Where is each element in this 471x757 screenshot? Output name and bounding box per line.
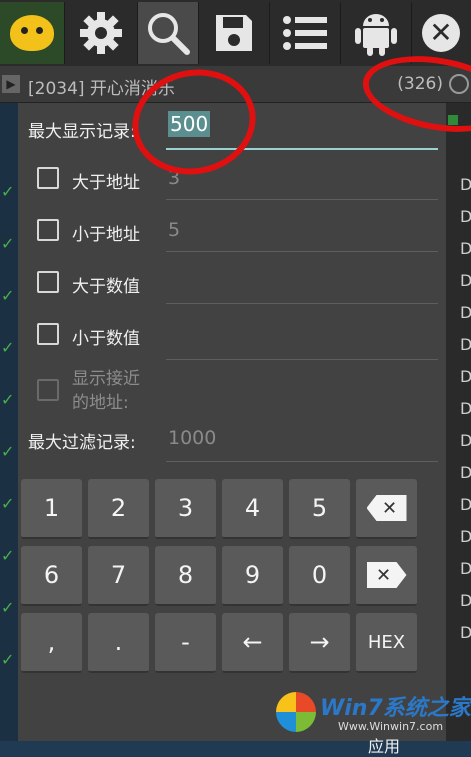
app-icon[interactable] xyxy=(0,2,65,64)
less-value-label: 小于数值 xyxy=(72,329,140,349)
show-nearby-label-line2: 的地址: xyxy=(72,393,129,413)
max-filter-label: 最大过滤记录: xyxy=(28,433,136,453)
close-button[interactable]: ✕ xyxy=(412,2,470,64)
type-letter: D xyxy=(460,271,471,290)
key-comma[interactable]: , xyxy=(21,613,82,673)
check-icon[interactable]: ✓ xyxy=(1,547,17,565)
type-letter: D xyxy=(460,527,471,546)
key-1[interactable]: 1 xyxy=(21,479,82,539)
delete-icon: ✕ xyxy=(366,562,407,588)
less-address-input[interactable]: 5 xyxy=(166,215,438,252)
greater-value-checkbox[interactable] xyxy=(37,271,59,293)
type-letter: D xyxy=(460,239,471,258)
type-letter: D xyxy=(460,623,471,642)
key-6[interactable]: 6 xyxy=(21,546,82,606)
show-nearby-label-line1: 显示接近 xyxy=(72,369,140,389)
max-records-label: 最大显示记录: xyxy=(28,122,136,142)
check-icon[interactable]: ✓ xyxy=(1,599,17,617)
less-address-value: 5 xyxy=(168,219,181,241)
type-letter: D xyxy=(460,175,471,194)
backspace-key[interactable]: ✕ xyxy=(356,479,417,539)
key-right-arrow[interactable]: → xyxy=(289,613,350,673)
close-icon: ✕ xyxy=(422,14,460,52)
search-icon xyxy=(148,13,190,55)
less-value-input[interactable] xyxy=(166,319,438,360)
less-address-label: 小于地址 xyxy=(72,225,140,245)
gear-icon xyxy=(80,12,122,54)
greater-address-checkbox[interactable] xyxy=(37,167,59,189)
check-icon[interactable]: ✓ xyxy=(1,391,17,409)
list-button[interactable] xyxy=(270,2,341,64)
bird-face-icon xyxy=(10,15,54,51)
type-letter: D xyxy=(460,335,471,354)
key-4[interactable]: 4 xyxy=(222,479,283,539)
type-letter: D xyxy=(460,463,471,482)
save-icon xyxy=(216,15,252,51)
less-address-checkbox[interactable] xyxy=(37,219,59,241)
key-9[interactable]: 9 xyxy=(222,546,283,606)
greater-value-input[interactable] xyxy=(166,267,438,304)
check-icon[interactable]: ✓ xyxy=(1,183,17,201)
key-0[interactable]: 0 xyxy=(289,546,350,606)
key-8[interactable]: 8 xyxy=(155,546,216,606)
type-letter: D xyxy=(460,303,471,322)
check-icon[interactable]: ✓ xyxy=(1,235,17,253)
android-button[interactable] xyxy=(341,2,412,64)
list-icon xyxy=(283,16,327,50)
type-letter: D xyxy=(460,591,471,610)
check-icon[interactable]: ✓ xyxy=(1,339,17,357)
type-letter: D xyxy=(460,495,471,514)
key-5[interactable]: 5 xyxy=(289,479,350,539)
key-2[interactable]: 2 xyxy=(88,479,149,539)
android-icon xyxy=(355,14,397,56)
key-dot[interactable]: . xyxy=(88,613,149,673)
filter-dialog: 最大显示记录: 500 大于地址 3 小于地址 5 大于数值 小于数值 显示接近… xyxy=(18,103,446,756)
key-3[interactable]: 3 xyxy=(155,479,216,539)
play-icon[interactable]: ▶ xyxy=(2,75,20,93)
key-minus[interactable]: - xyxy=(155,613,216,673)
less-value-checkbox[interactable] xyxy=(37,323,59,345)
watermark: Win7系统之家 Www.Winwin7.com xyxy=(276,688,471,741)
key-7[interactable]: 7 xyxy=(88,546,149,606)
watermark-url: Www.Winwin7.com xyxy=(338,720,444,733)
type-letter: D xyxy=(460,399,471,418)
max-filter-input[interactable]: 1000 xyxy=(166,421,438,462)
watermark-brand: Win7系统之家 xyxy=(320,696,471,721)
greater-address-label: 大于地址 xyxy=(72,173,140,193)
type-letter: D xyxy=(460,559,471,578)
type-letter: D xyxy=(460,207,471,226)
type-letter: D xyxy=(460,367,471,386)
check-icon[interactable]: ✓ xyxy=(1,651,17,669)
greater-value-label: 大于数值 xyxy=(72,277,140,297)
check-icon[interactable]: ✓ xyxy=(1,495,17,513)
search-button[interactable] xyxy=(138,2,199,64)
result-list-checkboxes: ✓ ✓ ✓ ✓ ✓ ✓ ✓ ✓ ✓ ✓ xyxy=(0,103,18,741)
settings-button[interactable] xyxy=(65,2,138,64)
key-left-arrow[interactable]: ← xyxy=(222,613,283,673)
delete-key[interactable]: ✕ xyxy=(356,546,417,606)
check-icon[interactable]: ✓ xyxy=(1,443,17,461)
max-filter-value: 1000 xyxy=(168,427,217,449)
check-icon[interactable]: ✓ xyxy=(1,287,17,305)
windows-logo-icon xyxy=(276,692,316,732)
show-nearby-checkbox[interactable] xyxy=(37,379,59,401)
key-hex[interactable]: HEX xyxy=(356,613,417,673)
backspace-icon: ✕ xyxy=(366,495,407,521)
type-letter: D xyxy=(460,431,471,450)
result-list-types: D D D D D D D D D D D D D D D xyxy=(446,103,471,741)
save-button[interactable] xyxy=(199,2,270,64)
